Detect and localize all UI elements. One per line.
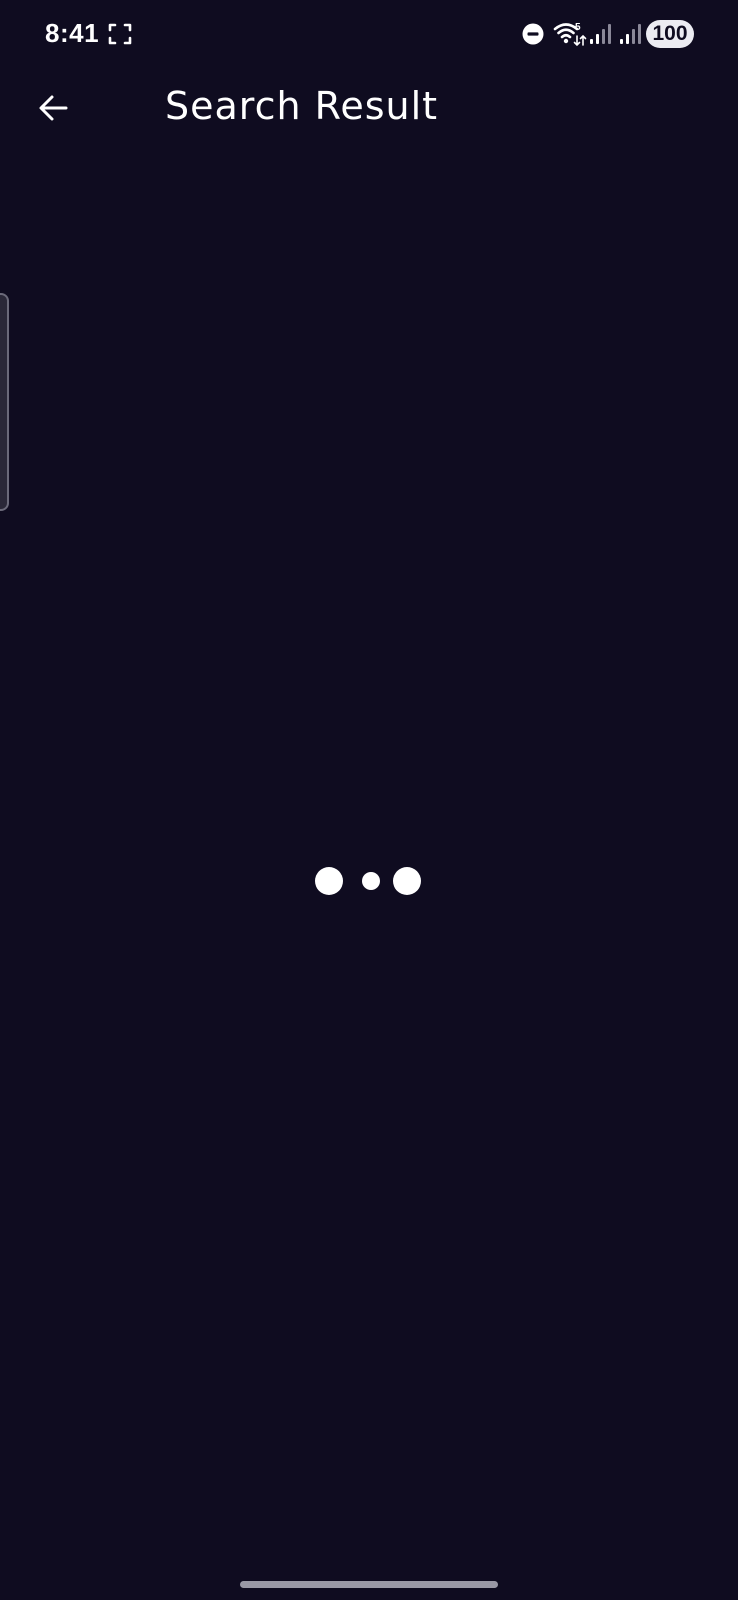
signal-icon	[620, 24, 641, 44]
battery-level: 100	[646, 20, 694, 48]
loading-dot	[362, 872, 380, 890]
app-bar: Search Result	[0, 70, 738, 150]
arrow-left-icon	[39, 95, 68, 121]
wifi-icon: 5	[553, 22, 587, 47]
loading-indicator	[315, 866, 423, 898]
signal-icon	[590, 24, 611, 44]
back-button[interactable]	[30, 84, 78, 132]
status-bar: 8:41 5 100	[0, 0, 738, 70]
screenshot-icon	[108, 23, 132, 45]
edge-panel-handle[interactable]	[0, 293, 9, 511]
home-indicator[interactable]	[240, 1581, 498, 1588]
loading-dot	[315, 867, 343, 895]
loading-dot	[393, 867, 421, 895]
svg-text:5: 5	[575, 22, 581, 33]
do-not-disturb-icon	[522, 23, 544, 45]
status-time: 8:41	[45, 18, 100, 48]
page-title: Search Result	[165, 84, 439, 128]
